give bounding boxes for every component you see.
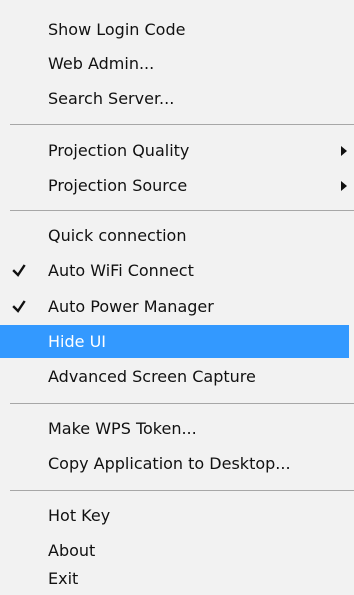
menu-item-label: Quick connection xyxy=(48,225,187,245)
checkmark-icon xyxy=(12,299,26,313)
context-menu: Show Login Code Web Admin... Search Serv… xyxy=(0,0,354,595)
menu-item-make-wps-token[interactable]: Make WPS Token... xyxy=(0,412,349,445)
menu-item-quick-connection[interactable]: Quick connection xyxy=(0,219,349,252)
menu-item-web-admin[interactable]: Web Admin... xyxy=(0,47,349,80)
submenu-arrow-icon xyxy=(341,145,347,156)
checkmark-icon xyxy=(12,263,26,277)
menu-item-label: Projection Quality xyxy=(48,140,190,160)
menu-separator xyxy=(10,124,354,125)
menu-item-label: Web Admin... xyxy=(48,53,155,73)
menu-item-label: Search Server... xyxy=(48,88,175,108)
menu-item-hide-ui[interactable]: Hide UI xyxy=(0,325,349,358)
menu-separator xyxy=(10,403,354,404)
menu-item-auto-power-manager[interactable]: Auto Power Manager xyxy=(0,290,349,323)
menu-item-label: Make WPS Token... xyxy=(48,418,197,438)
menu-item-label: Show Login Code xyxy=(48,19,186,39)
menu-item-label: Auto Power Manager xyxy=(48,296,214,316)
menu-item-label: Projection Source xyxy=(48,175,188,195)
menu-item-label: Hot Key xyxy=(48,505,111,525)
menu-item-search-server[interactable]: Search Server... xyxy=(0,82,349,115)
menu-item-copy-application-to-desktop[interactable]: Copy Application to Desktop... xyxy=(0,447,349,480)
menu-item-advanced-screen-capture[interactable]: Advanced Screen Capture xyxy=(0,360,349,393)
menu-item-projection-source[interactable]: Projection Source xyxy=(0,169,349,202)
menu-item-hot-key[interactable]: Hot Key xyxy=(0,499,349,532)
submenu-arrow-icon xyxy=(341,180,347,191)
menu-item-label: Copy Application to Desktop... xyxy=(48,453,291,473)
menu-separator xyxy=(10,490,354,491)
menu-item-auto-wifi-connect[interactable]: Auto WiFi Connect xyxy=(0,254,349,287)
menu-item-label: Hide UI xyxy=(48,331,106,351)
menu-item-exit[interactable]: Exit xyxy=(0,562,349,595)
menu-separator xyxy=(10,210,354,211)
menu-item-label: About xyxy=(48,540,96,560)
menu-item-projection-quality[interactable]: Projection Quality xyxy=(0,134,349,167)
menu-item-label: Exit xyxy=(48,568,79,588)
menu-item-label: Auto WiFi Connect xyxy=(48,260,194,280)
menu-item-show-login-code[interactable]: Show Login Code xyxy=(0,13,349,46)
menu-item-label: Advanced Screen Capture xyxy=(48,366,256,386)
